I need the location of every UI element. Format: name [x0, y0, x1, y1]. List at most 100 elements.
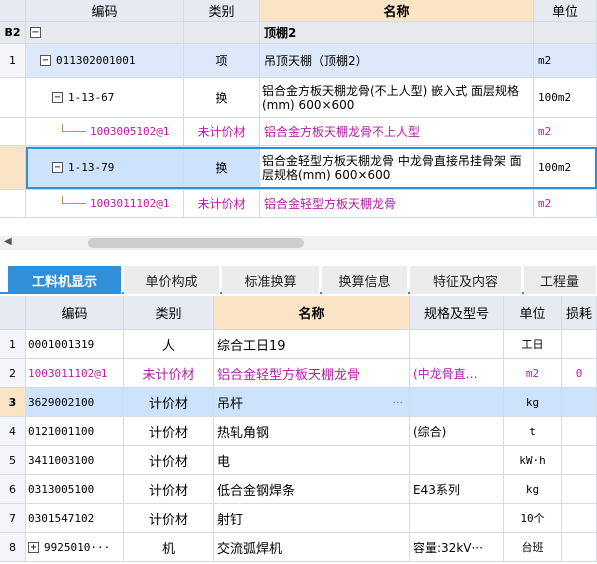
tab-features-content[interactable]: 特征及内容: [410, 266, 522, 294]
unit-cell[interactable]: t: [504, 417, 562, 446]
loss-cell[interactable]: [562, 388, 597, 417]
type-cell[interactable]: 计价材: [124, 446, 214, 475]
unit-cell[interactable]: m2: [534, 190, 597, 218]
tab-conversion-info[interactable]: 换算信息: [322, 266, 408, 294]
name-cell[interactable]: 电: [214, 446, 410, 475]
table-row-selected[interactable]: 3 3629002100 计价材 吊杆 ··· kg: [0, 388, 597, 417]
tab-unit-price-composition[interactable]: 单价构成: [124, 266, 220, 294]
code-cell[interactable]: +9925010···: [26, 533, 124, 562]
collapse-icon[interactable]: −: [40, 55, 51, 66]
unit-cell[interactable]: m2: [504, 359, 562, 388]
unit-cell[interactable]: kg: [504, 388, 562, 417]
name-cell[interactable]: 铝合金方板天棚龙骨(不上人型) 嵌入式 面层规格(mm) 600×600: [260, 78, 534, 118]
name-cell[interactable]: 热轧角钢: [214, 417, 410, 446]
spec-cell[interactable]: [410, 504, 504, 533]
type-cell[interactable]: 未计价材: [124, 359, 214, 388]
table-row[interactable]: 1003005102@1 未计价材 铝合金方板天棚龙骨不上人型 m2: [0, 118, 597, 146]
scrollbar-thumb[interactable]: [88, 238, 304, 248]
collapse-icon[interactable]: −: [52, 92, 63, 103]
column-header-unit[interactable]: 单位: [504, 296, 562, 330]
tab-quantity[interactable]: 工程量: [524, 266, 597, 294]
loss-cell[interactable]: [562, 504, 597, 533]
column-header-spec[interactable]: 规格及型号: [410, 296, 504, 330]
unit-cell[interactable]: kg: [504, 475, 562, 504]
spec-cell[interactable]: 容量:32kV···: [410, 533, 504, 562]
table-row[interactable]: 1 − 011302001001 项 吊顶天棚（顶棚2） m2: [0, 44, 597, 78]
spec-cell[interactable]: [410, 446, 504, 475]
code-cell[interactable]: 3629002100: [26, 388, 124, 417]
column-header-loss[interactable]: 损耗: [562, 296, 597, 330]
name-cell[interactable]: 吊顶天棚（顶棚2）: [260, 44, 534, 78]
name-cell[interactable]: 吊杆 ···: [214, 388, 410, 417]
type-cell[interactable]: 人: [124, 330, 214, 359]
code-text: 1-13-67: [68, 91, 115, 104]
name-cell[interactable]: 铝合金轻型方板天棚龙骨: [214, 359, 410, 388]
table-row[interactable]: 2 1003011102@1 未计价材 铝合金轻型方板天棚龙骨 (中龙骨直… m2 0: [0, 359, 597, 388]
code-cell[interactable]: 0313005100: [26, 475, 124, 504]
unit-cell[interactable]: 工日: [504, 330, 562, 359]
spec-cell[interactable]: (综合): [410, 417, 504, 446]
name-cell[interactable]: 铝合金轻型方板天棚龙骨 中龙骨直接吊挂骨架 面层规格(mm) 600×600: [260, 146, 534, 190]
unit-cell[interactable]: m2: [534, 118, 597, 146]
loss-cell[interactable]: 0: [562, 359, 597, 388]
table-row[interactable]: 1 0001001319 人综合工日19 工日: [0, 330, 597, 359]
code-cell[interactable]: 0301547102: [26, 504, 124, 533]
tab-labor-material-machine[interactable]: 工料机显示: [8, 266, 122, 294]
table-row[interactable]: − 1-13-67 换 铝合金方板天棚龙骨(不上人型) 嵌入式 面层规格(mm)…: [0, 78, 597, 118]
name-cell[interactable]: 铝合金轻型方板天棚龙骨: [260, 190, 534, 218]
type-cell[interactable]: 计价材: [124, 475, 214, 504]
name-cell[interactable]: 低合金钢焊条: [214, 475, 410, 504]
spec-cell[interactable]: (中龙骨直…: [410, 359, 504, 388]
column-header-code[interactable]: 编码: [26, 0, 184, 22]
table-row-selected[interactable]: − 1-13-79 换 铝合金轻型方板天棚龙骨 中龙骨直接吊挂骨架 面层规格(m…: [0, 146, 597, 190]
type-cell[interactable]: 计价材: [124, 388, 214, 417]
code-cell[interactable]: 3411003100: [26, 446, 124, 475]
spec-cell[interactable]: E43系列: [410, 475, 504, 504]
tab-standard-conversion[interactable]: 标准换算: [222, 266, 320, 294]
column-header-unit[interactable]: 单位: [534, 0, 597, 22]
column-header-code[interactable]: 编码: [26, 296, 124, 330]
expand-icon[interactable]: +: [28, 541, 39, 553]
loss-cell[interactable]: [562, 446, 597, 475]
column-header-name[interactable]: 名称: [260, 0, 534, 22]
loss-cell[interactable]: [562, 475, 597, 504]
unit-cell[interactable]: 100m2: [534, 78, 597, 118]
loss-cell[interactable]: [562, 330, 597, 359]
loss-cell[interactable]: [562, 417, 597, 446]
column-header-type[interactable]: 类别: [184, 0, 260, 22]
name-cell[interactable]: 铝合金方板天棚龙骨不上人型: [260, 118, 534, 146]
resource-grid-header: 编码 类别 名称 规格及型号 单位 损耗: [0, 296, 597, 330]
unit-cell[interactable]: m2: [534, 44, 597, 78]
table-row[interactable]: 5 3411003100 计价材电 kW·h: [0, 446, 597, 475]
table-row[interactable]: 8 +9925010··· 机交流弧焊机 容量:32kV··· 台班: [0, 533, 597, 562]
code-cell[interactable]: 0001001319: [26, 330, 124, 359]
column-header-name[interactable]: 名称: [214, 296, 410, 330]
table-row[interactable]: B2 − 顶棚2: [0, 22, 597, 44]
more-button[interactable]: ···: [393, 396, 404, 409]
name-cell[interactable]: 射钉: [214, 504, 410, 533]
table-row[interactable]: 7 0301547102 计价材 射钉 10个: [0, 504, 597, 533]
table-row[interactable]: 1003011102@1 未计价材 铝合金轻型方板天棚龙骨 m2: [0, 190, 597, 218]
scroll-left-icon[interactable]: ◀: [4, 236, 12, 247]
unit-cell[interactable]: 10个: [504, 504, 562, 533]
collapse-icon[interactable]: −: [30, 27, 41, 38]
spec-cell[interactable]: [410, 388, 504, 417]
code-cell[interactable]: 1003011102@1: [26, 359, 124, 388]
loss-cell[interactable]: [562, 533, 597, 562]
type-cell[interactable]: 计价材: [124, 504, 214, 533]
collapse-icon[interactable]: −: [52, 162, 63, 173]
table-row[interactable]: 4 0121001100 计价材 热轧角钢 (综合) t: [0, 417, 597, 446]
table-row[interactable]: 6 0313005100 计价材 低合金钢焊条 E43系列 kg: [0, 475, 597, 504]
unit-cell[interactable]: 台班: [504, 533, 562, 562]
spec-cell[interactable]: [410, 330, 504, 359]
column-header-type[interactable]: 类别: [124, 296, 214, 330]
type-cell[interactable]: 计价材: [124, 417, 214, 446]
horizontal-scrollbar[interactable]: ◀: [0, 236, 597, 250]
code-cell: −: [26, 22, 184, 44]
unit-cell[interactable]: kW·h: [504, 446, 562, 475]
name-cell[interactable]: 交流弧焊机: [214, 533, 410, 562]
name-cell[interactable]: 综合工日19: [214, 330, 410, 359]
unit-cell[interactable]: 100m2: [534, 146, 597, 190]
type-cell[interactable]: 机: [124, 533, 214, 562]
code-cell[interactable]: 0121001100: [26, 417, 124, 446]
